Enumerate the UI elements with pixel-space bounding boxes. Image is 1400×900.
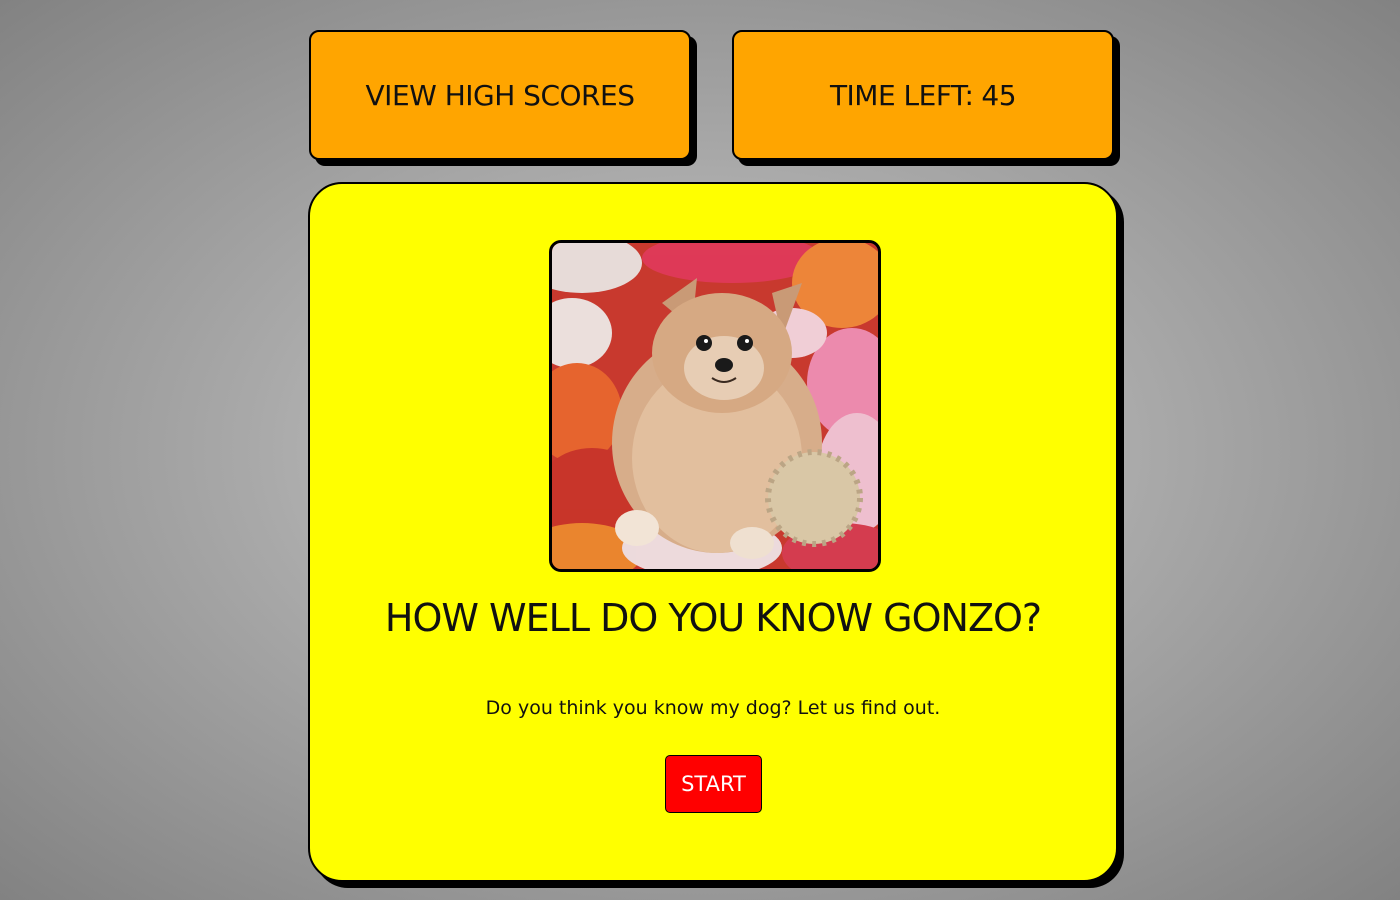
dog-photo bbox=[549, 240, 881, 572]
quiz-title: HOW WELL DO YOU KNOW GONZO? bbox=[384, 596, 1042, 640]
start-button[interactable]: START bbox=[665, 755, 762, 813]
timer-box: TIME LEFT: 45 bbox=[732, 30, 1114, 160]
dog-photo-image bbox=[552, 243, 878, 569]
view-high-scores-label: VIEW HIGH SCORES bbox=[365, 78, 635, 112]
quiz-intro: Do you think you know my dog? Let us fin… bbox=[485, 697, 941, 719]
timer-label: TIME LEFT: bbox=[829, 78, 974, 112]
timer-value: 45 bbox=[981, 78, 1017, 112]
view-high-scores-button[interactable]: VIEW HIGH SCORES bbox=[309, 30, 691, 160]
quiz-card: HOW WELL DO YOU KNOW GONZO? Do you think… bbox=[308, 182, 1118, 882]
